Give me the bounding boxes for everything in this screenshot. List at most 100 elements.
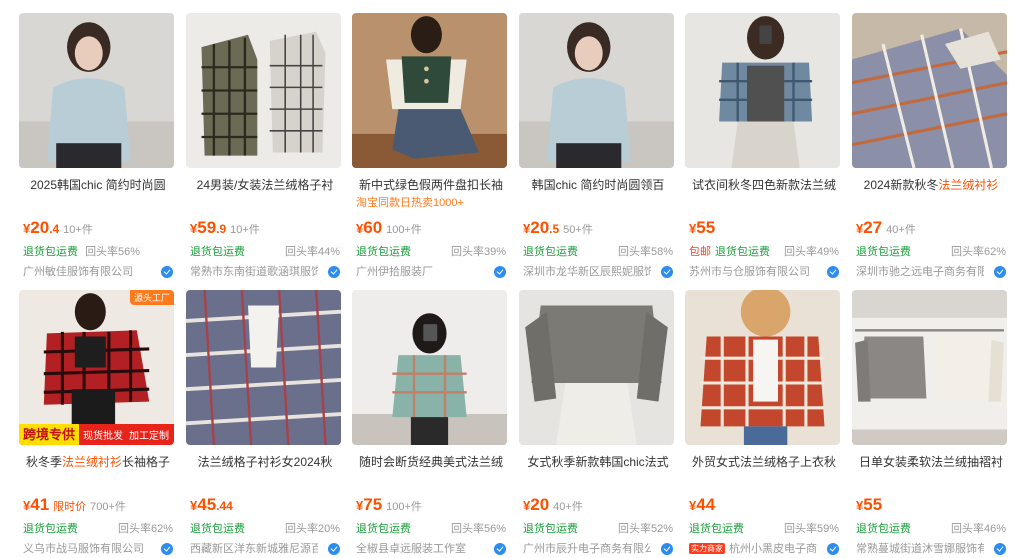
product-title[interactable]: 新中式绿色假两件盘扣长袖 bbox=[352, 176, 510, 194]
return-shipping-tag: 退货包运费 bbox=[689, 523, 744, 535]
product-image[interactable] bbox=[519, 13, 674, 168]
product-title[interactable]: 24男装/女装法兰绒格子衬 bbox=[186, 176, 344, 194]
shop-row[interactable]: 深圳市驰之远电子商务有限 bbox=[856, 264, 1006, 280]
product-image[interactable] bbox=[19, 13, 174, 168]
product-image[interactable] bbox=[519, 290, 674, 445]
repurchase-rate: 回头率59% bbox=[783, 523, 839, 535]
return-shipping-tag: 退货包运费 bbox=[715, 246, 770, 258]
stat-row: 退货包运费 回头率59% bbox=[689, 521, 839, 537]
return-shipping-tag: 退货包运费 bbox=[23, 523, 78, 535]
sales-qty: 100+件 bbox=[386, 224, 422, 236]
verified-icon bbox=[827, 266, 839, 278]
shop-name[interactable]: 常熟市东南街道歌涵琪服饰 bbox=[190, 264, 318, 280]
shop-name[interactable]: 广州敏佳服饰有限公司 bbox=[23, 264, 133, 280]
product-image[interactable] bbox=[352, 290, 507, 445]
repurchase-rate: 回头率44% bbox=[284, 246, 340, 258]
price-row: ¥55 bbox=[689, 218, 715, 240]
shop-row[interactable]: 常熟蔓城街道沐雪娜服饰有 bbox=[856, 541, 1006, 557]
shop-row[interactable]: 实力商家 杭州小黑皮电子商 bbox=[689, 541, 839, 557]
product-card[interactable]: 外贸女式法兰绒格子上衣秋 ¥44 退货包运费 回头率59% 实力商家 杭州小黑皮电… bbox=[683, 290, 843, 558]
source-factory-badge: 源头工厂 bbox=[129, 290, 174, 305]
shop-name[interactable]: 义乌市战马服饰有限公司 bbox=[23, 541, 144, 557]
product-title[interactable]: 2024新款秋冬法兰绒衬衫 bbox=[852, 176, 1010, 194]
price: ¥60 bbox=[356, 218, 383, 237]
product-image[interactable]: 源头工厂 跨境专供 现货批发 加工定制 bbox=[19, 290, 174, 445]
price: ¥75 bbox=[356, 495, 383, 514]
product-card[interactable]: 源头工厂 跨境专供 现货批发 加工定制 秋冬季法兰绒衬衫长袖格子 ¥41 限时价 700… bbox=[17, 290, 177, 558]
shop-row[interactable]: 广州市辰升电子商务有限公 bbox=[523, 541, 673, 557]
shop-row[interactable]: 广州伊拾服装厂 bbox=[356, 264, 506, 280]
shop-row[interactable]: 义乌市战马服饰有限公司 bbox=[23, 541, 173, 557]
stat-row: 退货包运费 回头率44% bbox=[190, 244, 340, 260]
shop-name[interactable]: 常熟蔓城街道沐雪娜服饰有 bbox=[856, 541, 984, 557]
stat-row: 退货包运费 回头率62% bbox=[23, 521, 173, 537]
limited-price-tag: 限时价 bbox=[53, 501, 87, 513]
product-title[interactable]: 秋冬季法兰绒衬衫长袖格子 bbox=[19, 453, 177, 471]
repurchase-rate: 回头率62% bbox=[950, 246, 1006, 258]
shop-name[interactable]: 广州市辰升电子商务有限公 bbox=[523, 541, 651, 557]
product-card[interactable]: 随时会断货经典美式法兰绒 ¥75 100+件 退货包运费 回头率56% 全椒县卓远… bbox=[350, 290, 510, 558]
price: ¥55 bbox=[856, 495, 883, 514]
product-card[interactable]: 24男装/女装法兰绒格子衬 ¥59.9 10+件 退货包运费 回头率44% 常熟市… bbox=[184, 13, 344, 285]
product-card[interactable]: 新中式绿色假两件盘扣长袖 淘宝同款日热卖1000+ ¥60 100+件 退货包运费… bbox=[350, 13, 510, 285]
price-row: ¥41 限时价 700+件 bbox=[23, 495, 126, 517]
shop-name[interactable]: 杭州小黑皮电子商 bbox=[729, 541, 817, 557]
verified-icon bbox=[494, 543, 506, 555]
free-shipping-tag: 包邮 bbox=[689, 246, 711, 258]
strength-merchant-badge: 实力商家 bbox=[689, 543, 725, 554]
price: ¥55 bbox=[689, 218, 716, 237]
product-card[interactable]: 法兰绒格子衬衫女2024秋 ¥45.44 退货包运费 回头率20% 西藏新区洋东… bbox=[184, 290, 344, 558]
repurchase-rate: 回头率56% bbox=[85, 246, 141, 258]
product-title[interactable]: 日单女装柔软法兰绒抽褶衬 bbox=[852, 453, 1010, 471]
shop-row[interactable]: 常熟市东南街道歌涵琪服饰 bbox=[190, 264, 340, 280]
stat-row: 退货包运费 回头率39% bbox=[356, 244, 506, 260]
product-title[interactable]: 2025韩国chic 简约时尚圆 bbox=[19, 176, 177, 194]
sales-qty: 40+件 bbox=[886, 224, 916, 236]
product-title[interactable]: 法兰绒格子衬衫女2024秋 bbox=[186, 453, 344, 471]
product-image[interactable] bbox=[186, 13, 341, 168]
product-card[interactable]: 日单女装柔软法兰绒抽褶衬 ¥55 退货包运费 回头率46% 常熟蔓城街道沐雪娜服… bbox=[850, 290, 1010, 558]
repurchase-rate: 回头率20% bbox=[284, 523, 340, 535]
cross-border-banner: 跨境专供 现货批发 加工定制 bbox=[19, 424, 174, 445]
shop-row[interactable]: 苏州市与仓服饰有限公司 bbox=[689, 264, 839, 280]
shop-row[interactable]: 深圳市龙华新区辰熙妮服饰 bbox=[523, 264, 673, 280]
product-card[interactable]: 2025韩国chic 简约时尚圆 ¥20.4 10+件 退货包运费 回头率56% … bbox=[17, 13, 177, 285]
product-image[interactable] bbox=[685, 290, 840, 445]
return-shipping-tag: 退货包运费 bbox=[23, 246, 78, 258]
shop-row[interactable]: 广州敏佳服饰有限公司 bbox=[23, 264, 173, 280]
product-title[interactable]: 韩国chic 简约时尚圆领百 bbox=[519, 176, 677, 194]
price-row: ¥60 100+件 bbox=[356, 218, 422, 240]
product-title[interactable]: 试衣间秋冬四色新款法兰绒 bbox=[685, 176, 843, 194]
verified-icon bbox=[994, 266, 1006, 278]
shop-name[interactable]: 深圳市龙华新区辰熙妮服饰 bbox=[523, 264, 651, 280]
product-image[interactable] bbox=[852, 13, 1007, 168]
product-image[interactable] bbox=[186, 290, 341, 445]
shop-row[interactable]: 西藏新区洋东新城雅尼源百 bbox=[190, 541, 340, 557]
product-image[interactable] bbox=[352, 13, 507, 168]
product-card[interactable]: 韩国chic 简约时尚圆领百 ¥20.5 50+件 退货包运费 回头率58% 深圳… bbox=[517, 13, 677, 285]
product-card[interactable]: 试衣间秋冬四色新款法兰绒 ¥55 包邮 退货包运费 回头率49% 苏州市与仓服饰有… bbox=[683, 13, 843, 285]
shop-row[interactable]: 全椒县卓远服装工作室 bbox=[356, 541, 506, 557]
shop-name[interactable]: 深圳市驰之远电子商务有限 bbox=[856, 264, 984, 280]
return-shipping-tag: 退货包运费 bbox=[523, 246, 578, 258]
shop-name[interactable]: 苏州市与仓服饰有限公司 bbox=[689, 264, 810, 280]
stat-row: 包邮 退货包运费 回头率49% bbox=[689, 244, 839, 260]
shop-name[interactable]: 西藏新区洋东新城雅尼源百 bbox=[190, 541, 318, 557]
repurchase-rate: 回头率58% bbox=[617, 246, 673, 258]
return-shipping-tag: 退货包运费 bbox=[356, 246, 411, 258]
product-image[interactable] bbox=[852, 290, 1007, 445]
price: ¥59.9 bbox=[190, 218, 227, 237]
product-card[interactable]: 2024新款秋冬法兰绒衬衫 ¥27 40+件 退货包运费 回头率62% 深圳市驰之… bbox=[850, 13, 1010, 285]
product-image[interactable] bbox=[685, 13, 840, 168]
product-title[interactable]: 女式秋季新款韩国chic法式 bbox=[519, 453, 677, 471]
sales-qty: 10+件 bbox=[230, 224, 260, 236]
product-card[interactable]: 女式秋季新款韩国chic法式 ¥20 40+件 退货包运费 回头率52% 广州市辰… bbox=[517, 290, 677, 558]
product-title[interactable]: 随时会断货经典美式法兰绒 bbox=[352, 453, 510, 471]
shop-name[interactable]: 全椒县卓远服装工作室 bbox=[356, 541, 466, 557]
shop-name[interactable]: 广州伊拾服装厂 bbox=[356, 264, 433, 280]
verified-icon bbox=[161, 543, 173, 555]
product-title[interactable]: 外贸女式法兰绒格子上衣秋 bbox=[685, 453, 843, 471]
repurchase-rate: 回头率46% bbox=[950, 523, 1006, 535]
verified-icon bbox=[328, 543, 340, 555]
verified-icon bbox=[994, 543, 1006, 555]
